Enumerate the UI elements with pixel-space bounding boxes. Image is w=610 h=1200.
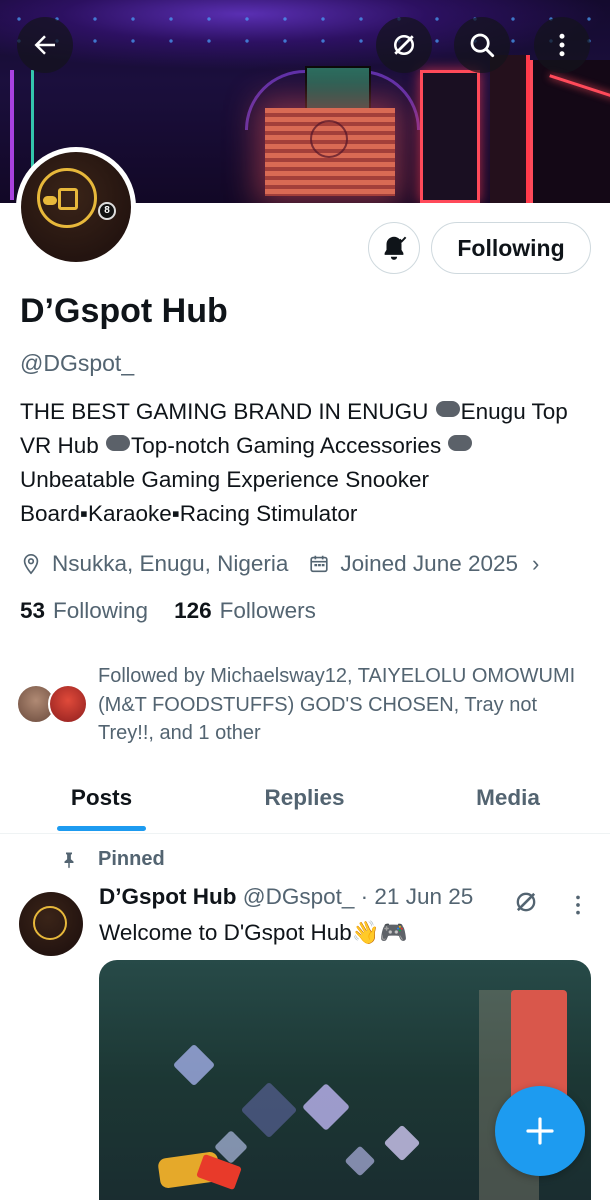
gamepad-emoji-icon	[448, 435, 473, 451]
profile-tabs: Posts Replies Media	[0, 766, 610, 834]
search-button[interactable]	[454, 17, 510, 73]
following-label: Following	[53, 598, 149, 623]
chevron-right-icon: ›	[532, 551, 540, 576]
pinned-label: Pinned	[98, 848, 165, 870]
more-vertical-icon[interactable]	[568, 892, 588, 918]
joined-date[interactable]: Joined June 2025 ›	[308, 551, 539, 577]
post-separator: ·	[360, 884, 369, 909]
notifications-button[interactable]	[368, 222, 420, 274]
follow-stats: 53 Following 126 Followers	[20, 598, 316, 624]
tab-posts-label: Posts	[70, 785, 133, 810]
tab-posts[interactable]: Posts	[0, 766, 203, 833]
following-count: 53	[20, 598, 46, 623]
post-header: D’Gspot Hub @DGspot_ · 21 Jun 25	[99, 884, 473, 910]
notification-bell-icon	[384, 236, 407, 260]
back-button[interactable]	[17, 17, 73, 73]
grok-icon[interactable]	[512, 888, 540, 916]
bio-line-3: Top-notch Gaming Accessories	[131, 433, 448, 458]
profile-avatar[interactable]: 8	[16, 147, 136, 267]
tab-replies[interactable]: Replies	[203, 766, 406, 833]
pinned-indicator: Pinned	[60, 848, 165, 871]
back-arrow-icon	[34, 35, 55, 55]
post-author-handle: @DGspot_	[242, 884, 355, 909]
active-tab-indicator	[57, 826, 146, 831]
user-handle: @DGspot_	[20, 350, 135, 376]
tab-replies-label: Replies	[264, 785, 345, 810]
display-name: D’Gspot Hub	[20, 292, 228, 330]
followers-count-link[interactable]: 126 Followers	[174, 598, 316, 624]
gamepad-emoji-icon	[106, 435, 131, 451]
post-text: Welcome to D'Gspot Hub👋🎮	[99, 920, 408, 945]
plus-icon	[526, 1117, 554, 1145]
location-text: Nsukka, Enugu, Nigeria	[52, 551, 289, 576]
search-icon	[470, 33, 495, 58]
tab-media-label: Media	[476, 785, 540, 810]
post-date[interactable]: 21 Jun 25	[374, 884, 473, 909]
profile-bio: THE BEST GAMING BRAND IN ENUGU Enugu Top…	[20, 395, 580, 531]
grok-button[interactable]	[376, 17, 432, 73]
bio-line-4: Unbeatable Gaming Experience Snooker Boa…	[20, 467, 429, 526]
location-pin-icon	[23, 554, 39, 575]
follower-avatar	[48, 684, 88, 724]
followers-label: Followers	[219, 598, 316, 623]
post-author-name[interactable]: D’Gspot Hub	[99, 884, 236, 909]
followed-by-text: Followed by Michaelsway12, TAIYELOLU OMO…	[98, 665, 576, 744]
following-count-link[interactable]: 53 Following	[20, 598, 148, 624]
tab-media[interactable]: Media	[406, 766, 610, 833]
compose-post-button[interactable]	[495, 1086, 585, 1176]
pin-icon	[64, 852, 74, 868]
grok-icon	[394, 35, 414, 55]
joined-text: Joined June 2025	[340, 551, 519, 576]
following-button[interactable]: Following	[431, 222, 591, 274]
followed-by-section[interactable]: Followed by Michaelsway12, TAIYELOLU OMO…	[16, 662, 596, 750]
followers-count: 126	[174, 598, 212, 623]
calendar-icon	[310, 555, 328, 573]
more-vertical-icon	[559, 33, 565, 57]
more-options-button[interactable]	[534, 17, 590, 73]
post-author-avatar[interactable]	[19, 892, 83, 956]
gamepad-emoji-icon	[435, 401, 460, 417]
profile-meta: Nsukka, Enugu, Nigeria Joined June 2025 …	[20, 548, 539, 580]
bio-line-1: THE BEST GAMING BRAND IN ENUGU	[20, 399, 435, 424]
